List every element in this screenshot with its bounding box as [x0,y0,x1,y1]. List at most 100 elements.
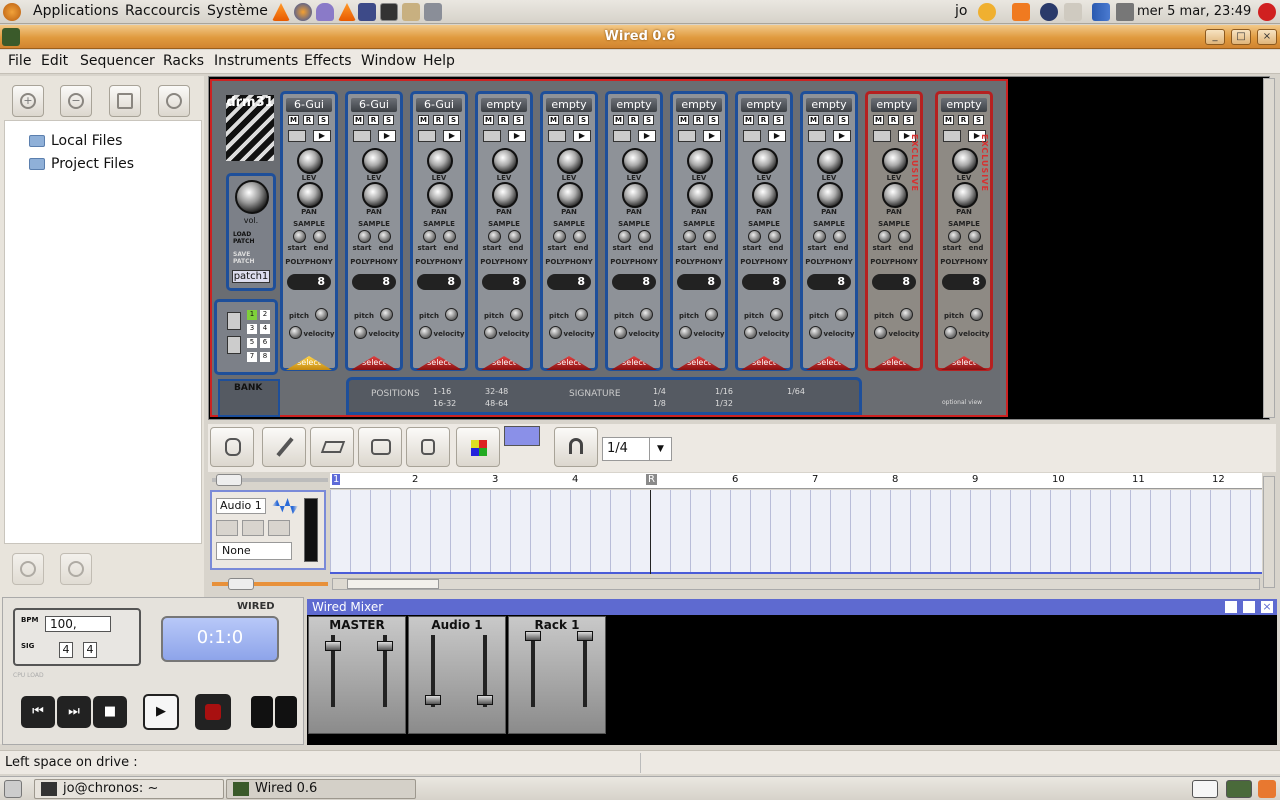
split-tool-button[interactable] [358,427,402,467]
scrollbar-thumb[interactable] [347,579,439,589]
pan-knob[interactable] [427,182,453,208]
end-knob[interactable] [898,230,911,243]
pad-2[interactable]: 2 [260,310,270,320]
menu-racks[interactable]: Racks [163,53,204,69]
record-toggle[interactable]: R [368,115,379,125]
polyphony-value[interactable]: 8 [942,274,986,290]
strip-name[interactable]: 6-Gui [286,98,332,112]
workspace-1[interactable] [1192,780,1218,798]
pan-knob[interactable] [362,182,388,208]
app-launcher-icon[interactable] [358,3,376,21]
tree-item-local-files[interactable]: Local Files [29,131,122,151]
pitch-knob[interactable] [705,308,718,321]
mixer-detach-icon[interactable] [1243,601,1255,613]
end-knob[interactable] [313,230,326,243]
level-knob[interactable] [492,148,518,174]
end-knob[interactable] [968,230,981,243]
level-knob[interactable] [297,148,323,174]
folder-button[interactable] [743,130,761,142]
folder-button[interactable] [678,130,696,142]
select-button[interactable]: select [546,356,592,370]
folder-button[interactable] [418,130,436,142]
stop-preview-button[interactable] [60,553,92,585]
pad-5[interactable]: 5 [247,338,257,348]
level-knob[interactable] [952,148,978,174]
strip-name[interactable]: empty [676,98,722,112]
record-toggle[interactable]: R [563,115,574,125]
end-knob[interactable] [768,230,781,243]
system-menu[interactable]: Système [207,3,268,19]
hand-tool-button[interactable] [210,427,254,467]
polyphony-value[interactable]: 8 [547,274,591,290]
workspace-2[interactable] [1226,780,1252,798]
repeat-marker[interactable]: R [646,474,657,485]
merge-tool-button[interactable] [406,427,450,467]
signature-1-32[interactable]: 1/32 [715,399,733,408]
shortcuts-menu[interactable]: Raccourcis [125,3,200,19]
pitch-knob[interactable] [315,308,328,321]
zoom-slider[interactable] [212,474,328,486]
rewind-button[interactable]: ⏮ [21,696,55,728]
pidgin-icon[interactable] [316,3,334,21]
solo-toggle[interactable]: S [578,115,589,125]
user-name[interactable]: jo [955,3,967,19]
start-knob[interactable] [358,230,371,243]
firefox-icon[interactable] [294,3,312,21]
start-knob[interactable] [553,230,566,243]
strip-name[interactable]: 6-Gui [416,98,462,112]
close-button[interactable]: × [1257,29,1277,45]
pitch-knob[interactable] [835,308,848,321]
polyphony-value[interactable]: 8 [742,274,786,290]
pan-knob[interactable] [817,182,843,208]
polyphony-value[interactable]: 8 [417,274,461,290]
solo-toggle[interactable]: S [448,115,459,125]
menu-instruments[interactable]: Instruments [214,53,298,69]
folder-button[interactable] [808,130,826,142]
track-name-field[interactable]: Audio 1 [216,498,266,514]
track-height-handle[interactable] [228,578,254,590]
vlc-icon[interactable] [272,3,290,21]
play-sample-button[interactable]: ▶ [703,130,721,142]
track-header[interactable]: Audio 1 None [210,490,326,570]
level-knob[interactable] [427,148,453,174]
pan-knob[interactable] [492,182,518,208]
folder-button[interactable] [483,130,501,142]
trash-icon[interactable] [424,3,442,21]
pan-knob[interactable] [622,182,648,208]
fader-left[interactable] [525,631,541,641]
select-button[interactable]: select [416,356,462,370]
fader-right[interactable] [477,695,493,705]
save-patch-button[interactable]: SAVE PATCH [233,251,273,265]
clock[interactable]: mer 5 mar, 23:49 [1137,4,1251,19]
pan-knob[interactable] [557,182,583,208]
polyphony-value[interactable]: 8 [612,274,656,290]
play-button[interactable]: ▶ [143,694,179,730]
start-knob[interactable] [683,230,696,243]
sequencer-horizontal-scrollbar[interactable] [332,578,1260,590]
select-button[interactable]: select [676,356,722,370]
solo-toggle[interactable]: S [643,115,654,125]
strip-name[interactable]: empty [871,98,917,112]
record-toggle[interactable]: R [823,115,834,125]
taskbar-terminal[interactable]: jo@chronos: ~ [34,779,224,799]
power-icon[interactable] [1258,3,1276,21]
quantize-select[interactable]: 1/4 ▼ [602,437,672,461]
mute-toggle[interactable]: M [613,115,624,125]
strip-name[interactable]: empty [481,98,527,112]
mixer-close-icon[interactable]: × [1261,601,1273,613]
end-knob[interactable] [573,230,586,243]
end-knob[interactable] [833,230,846,243]
pad-1[interactable]: 1 [247,310,257,320]
metronome-button[interactable] [251,696,273,728]
select-button[interactable]: select [806,356,852,370]
volume-icon[interactable] [1116,3,1134,21]
taskbar-wired[interactable]: Wired 0.6 [226,779,416,799]
signature-1-4[interactable]: 1/4 [653,387,666,396]
polyphony-value[interactable]: 8 [872,274,916,290]
terminal-icon[interactable] [380,3,398,21]
bluetooth-icon[interactable] [1040,3,1058,21]
strip-name[interactable]: empty [941,98,987,112]
volume-knob[interactable] [235,180,269,214]
mute-toggle[interactable]: M [808,115,819,125]
mute-toggle[interactable]: M [353,115,364,125]
